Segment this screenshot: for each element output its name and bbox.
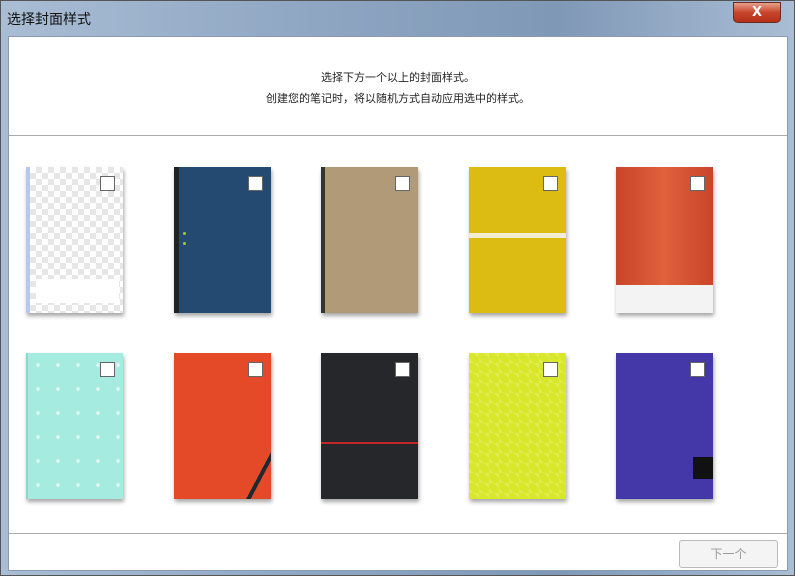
cover-label-area [36,279,119,303]
cover-red-line [321,442,418,444]
cover-mint-calendar[interactable] [26,353,123,499]
dialog-content: 选择下方一个以上的封面样式。 创建您的笔记时，将以随机方式自动应用选中的样式。 [8,36,788,571]
cover-checkbox[interactable] [690,176,705,191]
cover-lime-pattern[interactable] [469,353,566,499]
cover-indigo-label[interactable] [616,353,713,499]
cover-black-red-line[interactable] [321,353,418,499]
cover-navy-blue[interactable] [174,167,271,313]
dot [183,232,186,235]
cover-tan[interactable] [321,167,418,313]
divider [9,533,787,534]
cover-checkbox[interactable] [100,176,115,191]
cover-transparent-checker[interactable] [26,167,123,313]
cover-yellow-band[interactable] [469,167,566,313]
cover-band [469,233,566,238]
window-title: 选择封面样式 [7,9,91,29]
cover-checkbox[interactable] [395,362,410,377]
close-button[interactable]: X [733,2,781,23]
instructions: 选择下方一个以上的封面样式。 创建您的笔记时，将以随机方式自动应用选中的样式。 [9,37,787,136]
cover-checkbox[interactable] [543,176,558,191]
cover-orange-white[interactable] [616,167,713,313]
cover-checkbox[interactable] [690,362,705,377]
cover-checkbox[interactable] [100,362,115,377]
cover-checkbox[interactable] [248,176,263,191]
cover-red-orange-stripe[interactable] [174,353,271,499]
instruction-line-2: 创建您的笔记时，将以随机方式自动应用选中的样式。 [9,90,787,106]
cover-white-band [616,285,713,313]
dialog-window: 选择封面样式 X 选择下方一个以上的封面样式。 创建您的笔记时，将以随机方式自动… [0,0,795,576]
cover-checkbox[interactable] [543,362,558,377]
dot [183,242,186,245]
instruction-line-1: 选择下方一个以上的封面样式。 [9,69,787,85]
cover-label [693,457,713,479]
cover-checkbox[interactable] [395,176,410,191]
next-button[interactable]: 下一个 [679,540,778,568]
cover-checkbox[interactable] [248,362,263,377]
